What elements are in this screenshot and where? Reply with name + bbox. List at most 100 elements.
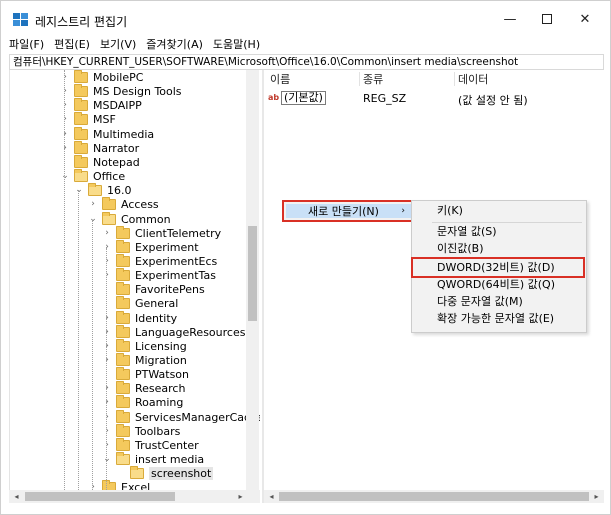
folder-icon	[102, 211, 116, 225]
tree-scroll-left-icon[interactable]: ◂	[10, 490, 23, 503]
values-scroll-right-icon[interactable]: ▸	[590, 490, 603, 503]
tree-item[interactable]: › ClientTelemetry	[102, 225, 221, 240]
chevron-right-icon[interactable]: ›	[60, 143, 70, 153]
tree-item[interactable]: › LanguageResources	[102, 324, 245, 339]
folder-icon	[116, 295, 130, 309]
expand-down-icon[interactable]: ⌄	[102, 454, 112, 464]
tree-horizontal-scroll-thumb[interactable]	[25, 492, 175, 501]
value-row[interactable]: ab (기본값) REG_SZ (값 설정 안 됨)	[264, 90, 604, 107]
context-menu: 새로 만들기(N) ›	[282, 200, 415, 222]
chevron-right-icon[interactable]: ›	[60, 72, 70, 82]
column-header-data[interactable]: 데이터	[458, 70, 488, 88]
tree-item[interactable]: › Roaming	[102, 394, 183, 409]
chevron-right-icon[interactable]: ›	[102, 228, 112, 238]
chevron-right-icon[interactable]: ›	[102, 355, 112, 365]
expand-down-icon[interactable]: ⌄	[74, 185, 84, 195]
folder-icon	[74, 97, 88, 111]
maximize-button[interactable]	[529, 7, 565, 31]
tree-item-label: ExperimentTas	[135, 268, 216, 282]
tree-item[interactable]: › Migration	[102, 352, 187, 367]
close-button[interactable]: ✕	[567, 7, 603, 31]
submenu-multi-string-value[interactable]: 다중 문자열 값(M)	[437, 294, 523, 310]
tree-item[interactable]: ⌄ Office	[60, 168, 125, 183]
tree-scroll-right-icon[interactable]: ▸	[234, 490, 247, 503]
menu-favorites[interactable]: 즐겨찾기(A)	[146, 36, 203, 52]
chevron-right-icon[interactable]: ›	[60, 86, 70, 96]
submenu-string-value[interactable]: 문자열 값(S)	[437, 224, 497, 240]
expand-down-icon[interactable]: ⌄	[88, 214, 98, 224]
registry-app-icon	[13, 13, 28, 26]
chevron-right-icon[interactable]: ›	[102, 270, 112, 280]
tree-item[interactable]: › Licensing	[102, 338, 187, 353]
menu-file[interactable]: 파일(F)	[9, 36, 44, 52]
tree-item[interactable]: › Identity	[102, 310, 177, 325]
tree-item[interactable]: Notepad	[60, 154, 140, 169]
tree-item[interactable]: › Experiment	[102, 239, 199, 254]
value-name: (기본값)	[281, 91, 326, 105]
folder-icon	[116, 225, 130, 239]
folder-icon	[88, 182, 102, 196]
menu-help[interactable]: 도움말(H)	[213, 36, 260, 52]
folder-icon	[116, 239, 130, 253]
menu-view[interactable]: 보기(V)	[100, 36, 136, 52]
tree-item-label: General	[135, 296, 179, 310]
minimize-button[interactable]: —	[492, 7, 528, 31]
submenu-qword-value[interactable]: QWORD(64비트) 값(Q)	[437, 277, 555, 293]
folder-icon	[74, 154, 88, 168]
folder-icon	[116, 352, 130, 366]
expand-down-icon[interactable]: ⌄	[60, 171, 70, 181]
column-separator[interactable]	[454, 72, 455, 86]
chevron-right-icon[interactable]: ›	[102, 256, 112, 266]
tree-item[interactable]: › ExperimentTas	[102, 267, 216, 282]
tree-item[interactable]: › TrustCenter	[102, 437, 199, 452]
tree-item[interactable]: PTWatson	[102, 366, 189, 381]
tree-item[interactable]: › MSF	[60, 111, 116, 126]
chevron-right-icon[interactable]: ›	[102, 412, 112, 422]
chevron-right-icon[interactable]: ›	[102, 440, 112, 450]
chevron-right-icon[interactable]: ›	[60, 114, 70, 124]
chevron-right-icon[interactable]: ›	[88, 199, 98, 209]
values-horizontal-scroll-thumb[interactable]	[279, 492, 589, 501]
column-header-name[interactable]: 이름	[270, 70, 290, 88]
chevron-right-icon[interactable]: ›	[102, 242, 112, 252]
tree-item[interactable]: › ExperimentEcs	[102, 253, 217, 268]
column-separator[interactable]	[359, 72, 360, 86]
tree-item[interactable]: ⌄ Common	[88, 211, 171, 226]
folder-icon	[74, 70, 88, 83]
context-new-item[interactable]: 새로 만들기(N) ›	[286, 204, 411, 218]
tree-item[interactable]: › Narrator	[60, 140, 139, 155]
submenu-expandable-string-value[interactable]: 확장 가능한 문자열 값(E)	[437, 311, 554, 327]
tree-item[interactable]: › ServicesManagerCache	[102, 409, 260, 424]
submenu-binary-value[interactable]: 이진값(B)	[437, 241, 484, 257]
chevron-right-icon[interactable]: ›	[60, 100, 70, 110]
folder-icon	[116, 409, 130, 423]
chevron-right-icon[interactable]: ›	[102, 397, 112, 407]
tree-item[interactable]: ⌄ insert media	[102, 451, 204, 466]
chevron-right-icon[interactable]: ›	[102, 327, 112, 337]
tree-item[interactable]: › Research	[102, 380, 185, 395]
tree-item-label: Multimedia	[93, 127, 155, 141]
tree-item[interactable]: › Toolbars	[102, 423, 180, 438]
tree-item[interactable]: › Multimedia	[60, 126, 155, 141]
tree-item[interactable]: ⌄ 16.0	[74, 182, 132, 197]
chevron-right-icon[interactable]: ›	[60, 129, 70, 139]
address-bar[interactable]: 컴퓨터\HKEY_CURRENT_USER\SOFTWARE\Microsoft…	[9, 54, 604, 70]
chevron-right-icon[interactable]: ›	[102, 426, 112, 436]
tree-item[interactable]: General	[102, 295, 179, 310]
values-scroll-left-icon[interactable]: ◂	[265, 490, 278, 503]
submenu-key[interactable]: 키(K)	[437, 203, 463, 219]
chevron-right-icon[interactable]: ›	[102, 313, 112, 323]
column-header-type[interactable]: 종류	[363, 70, 383, 88]
chevron-right-icon[interactable]: ›	[102, 383, 112, 393]
tree-item[interactable]: › Access	[88, 196, 159, 211]
chevron-right-icon[interactable]: ›	[102, 341, 112, 351]
tree-vertical-scroll-thumb[interactable]	[248, 226, 257, 321]
tree-item[interactable]: › MobilePC	[60, 70, 143, 84]
menu-edit[interactable]: 편집(E)	[54, 36, 90, 52]
dword-highlight-box	[411, 257, 585, 278]
tree-item[interactable]: FavoritePens	[102, 281, 205, 296]
tree-item[interactable]: screenshot	[116, 465, 214, 480]
folder-icon	[116, 310, 130, 324]
tree-item[interactable]: › MS Design Tools	[60, 83, 182, 98]
tree-item[interactable]: › MSDAIPP	[60, 97, 142, 112]
